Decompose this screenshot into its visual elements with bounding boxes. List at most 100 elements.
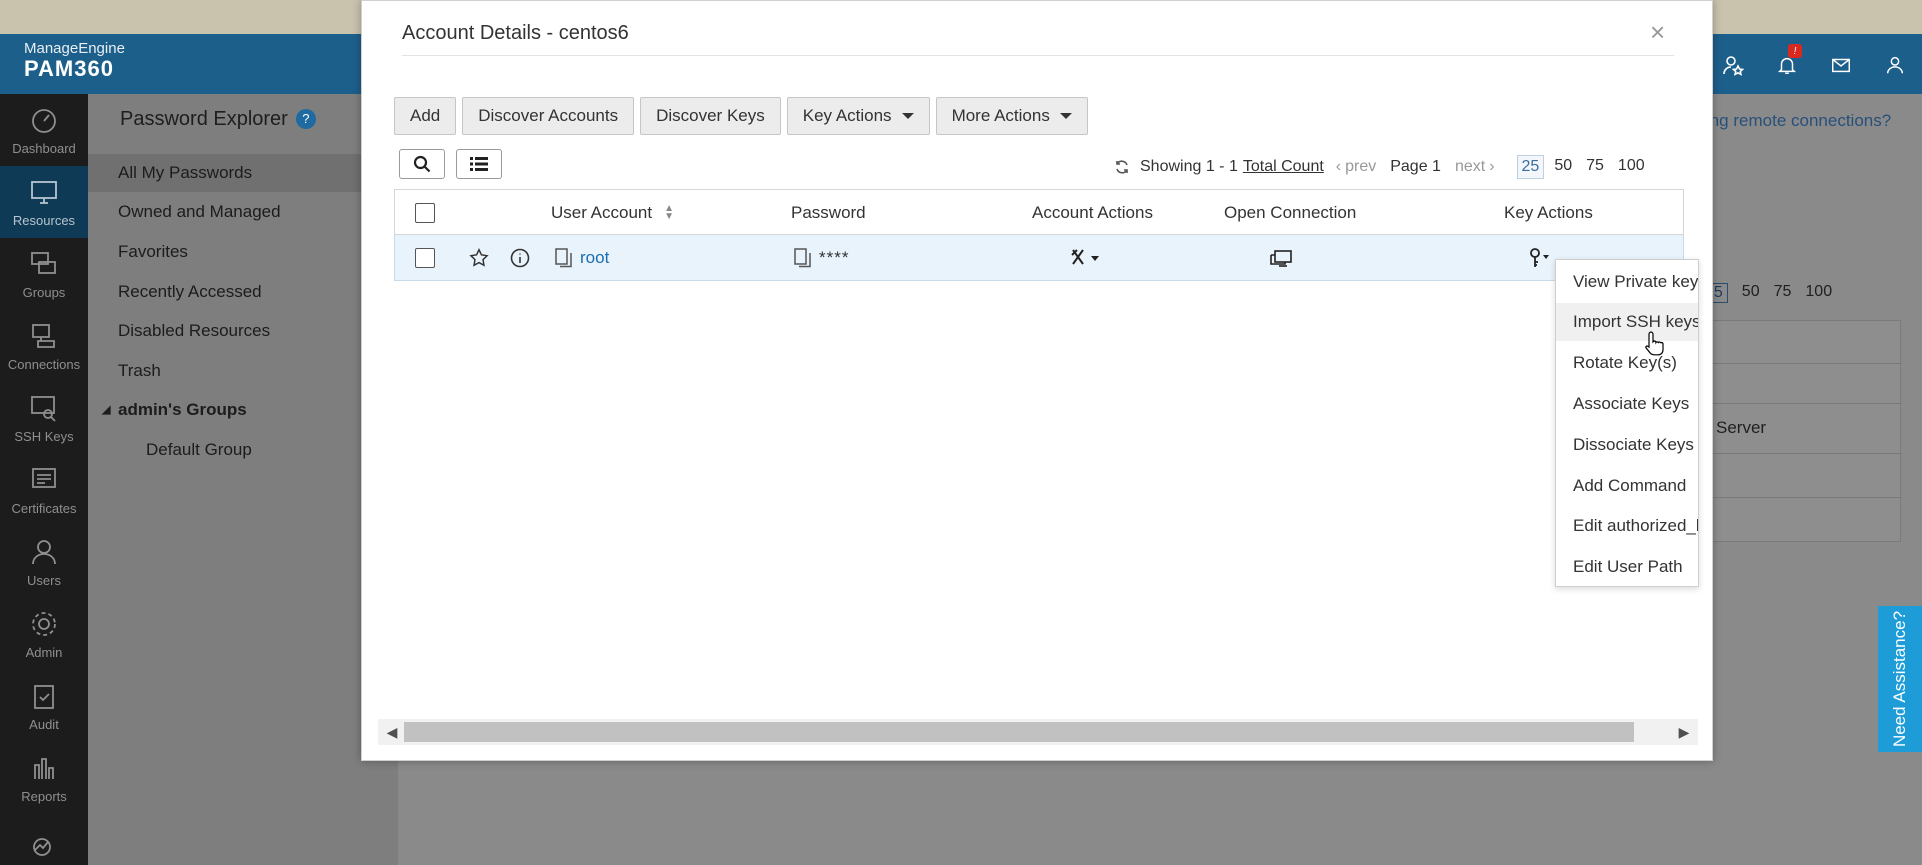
refresh-icon[interactable]: [1114, 159, 1130, 175]
nav-users[interactable]: Users: [0, 526, 88, 598]
page-size-25[interactable]: 25: [1516, 155, 1545, 179]
nav-ssh-keys[interactable]: SSH Keys: [0, 382, 88, 454]
menu-item-edit-authorized-keys[interactable]: Edit authorized_keys: [1556, 507, 1698, 545]
account-actions-tools-icon[interactable]: [1069, 235, 1103, 281]
sidebar-item-owned-and-managed[interactable]: Owned and Managed: [88, 193, 398, 231]
groups-icon: [31, 251, 56, 274]
menu-item-edit-user-path[interactable]: Edit User Path: [1556, 548, 1698, 586]
favorite-user-icon[interactable]: [1706, 50, 1760, 80]
prev-link[interactable]: prev: [1345, 158, 1376, 176]
sidebar-item-all-my-passwords[interactable]: All My Passwords: [88, 154, 398, 192]
page-size-50[interactable]: 50: [1742, 283, 1760, 303]
sidebar-item-default-group[interactable]: Default Group: [88, 431, 398, 469]
nav-groups[interactable]: Groups: [0, 238, 88, 310]
scrollbar-thumb[interactable]: [404, 722, 1634, 742]
nav-reports[interactable]: Reports: [0, 742, 88, 814]
column-chooser-button[interactable]: [456, 149, 502, 179]
mail-icon[interactable]: [1814, 50, 1868, 80]
copy-account-icon[interactable]: [554, 235, 574, 281]
column-key-actions: Key Actions: [1504, 203, 1593, 222]
gear-icon: [32, 611, 56, 636]
page-size-100[interactable]: 100: [1805, 283, 1832, 303]
nav-label: Audit: [29, 716, 59, 732]
next-link[interactable]: next: [1455, 158, 1485, 176]
add-button[interactable]: Add: [394, 97, 457, 135]
sidebar-item-recently-accessed[interactable]: Recently Accessed: [88, 273, 398, 311]
menu-item-associate-keys[interactable]: Associate Keys: [1556, 385, 1698, 423]
chevron-down-icon: [1059, 113, 1072, 119]
nav-label: Certificates: [11, 500, 77, 516]
sidebar-item-favorites[interactable]: Favorites: [88, 233, 398, 271]
horizontal-scrollbar[interactable]: ◀ ▶: [378, 719, 1698, 745]
key-actions-button[interactable]: Key Actions: [786, 97, 930, 135]
modal-toolbar: Add Discover Accounts Discover Keys Key …: [394, 97, 1088, 135]
nav-dashboard[interactable]: Dashboard: [0, 94, 88, 166]
bell-icon[interactable]: !: [1760, 44, 1814, 80]
sidebar-title: Password Explorer?: [120, 108, 316, 131]
modal-pager: Showing 1 - 1 Total Count ‹ prev Page 1 …: [1114, 155, 1649, 179]
next-chevron-icon[interactable]: ›: [1489, 158, 1494, 176]
background-pager: 25 50 75 100: [1700, 283, 1832, 303]
page-size-75[interactable]: 75: [1582, 155, 1608, 179]
discover-keys-button[interactable]: Discover Keys: [640, 97, 781, 135]
menu-item-add-command[interactable]: Add Command: [1556, 467, 1698, 505]
nav-label: Resources: [12, 212, 76, 228]
menu-item-rotate-keys[interactable]: Rotate Key(s): [1556, 344, 1698, 382]
left-nav: Dashboard Resources Groups Connections S…: [0, 94, 88, 865]
more-actions-button[interactable]: More Actions: [935, 97, 1088, 135]
more-actions-label: More Actions: [951, 106, 1050, 125]
menu-item-import-ssh-keys[interactable]: Import SSH keys: [1556, 303, 1698, 341]
scroll-left-icon[interactable]: ◀: [382, 719, 402, 745]
star-icon[interactable]: [468, 235, 490, 281]
prev-chevron-icon[interactable]: ‹: [1336, 158, 1341, 176]
page-size-75[interactable]: 75: [1774, 283, 1792, 303]
need-assistance-tab[interactable]: Need Assistance?: [1878, 606, 1922, 752]
sort-icon[interactable]: ▲ ▼: [664, 204, 674, 222]
nav-admin[interactable]: Admin: [0, 598, 88, 670]
nav-label: SSH Keys: [14, 428, 74, 444]
app-logo[interactable]: ManageEngine PAM360: [24, 40, 125, 81]
expand-triangle-icon[interactable]: ◢: [102, 391, 110, 429]
user-profile-icon[interactable]: [1868, 50, 1922, 80]
remote-connections-link[interactable]: ching remote connections?: [1688, 111, 1891, 131]
brand-line1: ManageEngine: [24, 40, 125, 57]
sidebar-item-admins-groups[interactable]: ◢ admin's Groups: [88, 391, 398, 429]
scroll-right-icon[interactable]: ▶: [1674, 719, 1694, 745]
column-user-account[interactable]: User Account ▲ ▼: [551, 190, 674, 236]
copy-password-icon[interactable]: [793, 235, 813, 281]
search-button[interactable]: [399, 149, 445, 179]
sidebar-item-trash[interactable]: Trash: [88, 352, 398, 390]
help-icon[interactable]: ?: [295, 108, 316, 129]
nav-audit[interactable]: Audit: [0, 670, 88, 742]
key-actions-dropdown-icon[interactable]: [1527, 235, 1555, 281]
page-size-100[interactable]: 100: [1614, 155, 1649, 179]
nav-resources[interactable]: Resources: [0, 166, 88, 238]
chevron-down-icon: [901, 113, 914, 119]
menu-item-view-private-keys[interactable]: View Private key(s): [1556, 263, 1698, 301]
discover-accounts-button[interactable]: Discover Accounts: [462, 97, 635, 135]
search-icon: [413, 155, 431, 173]
close-icon[interactable]: ×: [1650, 19, 1665, 45]
modal-title: Account Details - centos6: [402, 22, 629, 44]
info-icon[interactable]: [509, 235, 531, 281]
nav-label: Users: [27, 572, 61, 588]
user-account-link[interactable]: root: [580, 235, 609, 281]
table-row[interactable]: root ****: [394, 235, 1684, 281]
column-account-actions: Account Actions: [1032, 203, 1153, 222]
sidebar-item-disabled-resources[interactable]: Disabled Resources: [88, 312, 398, 350]
menu-item-dissociate-keys[interactable]: Dissociate Keys: [1556, 426, 1698, 464]
column-password: Password: [791, 203, 866, 222]
open-connection-icon[interactable]: [1268, 235, 1294, 281]
password-mask[interactable]: ****: [819, 235, 849, 281]
row-checkbox[interactable]: [415, 248, 435, 268]
table-row: [1709, 403, 1902, 404]
page-size-50[interactable]: 50: [1550, 155, 1576, 179]
nav-more[interactable]: [0, 814, 88, 865]
nav-certificates[interactable]: Certificates: [0, 454, 88, 526]
select-all-checkbox[interactable]: [415, 203, 435, 223]
nav-connections[interactable]: Connections: [0, 310, 88, 382]
total-count-link[interactable]: Total Count: [1243, 158, 1324, 176]
connections-icon: [32, 323, 55, 348]
title-divider: [402, 55, 1674, 56]
hand-cursor-icon: [1645, 331, 1664, 356]
